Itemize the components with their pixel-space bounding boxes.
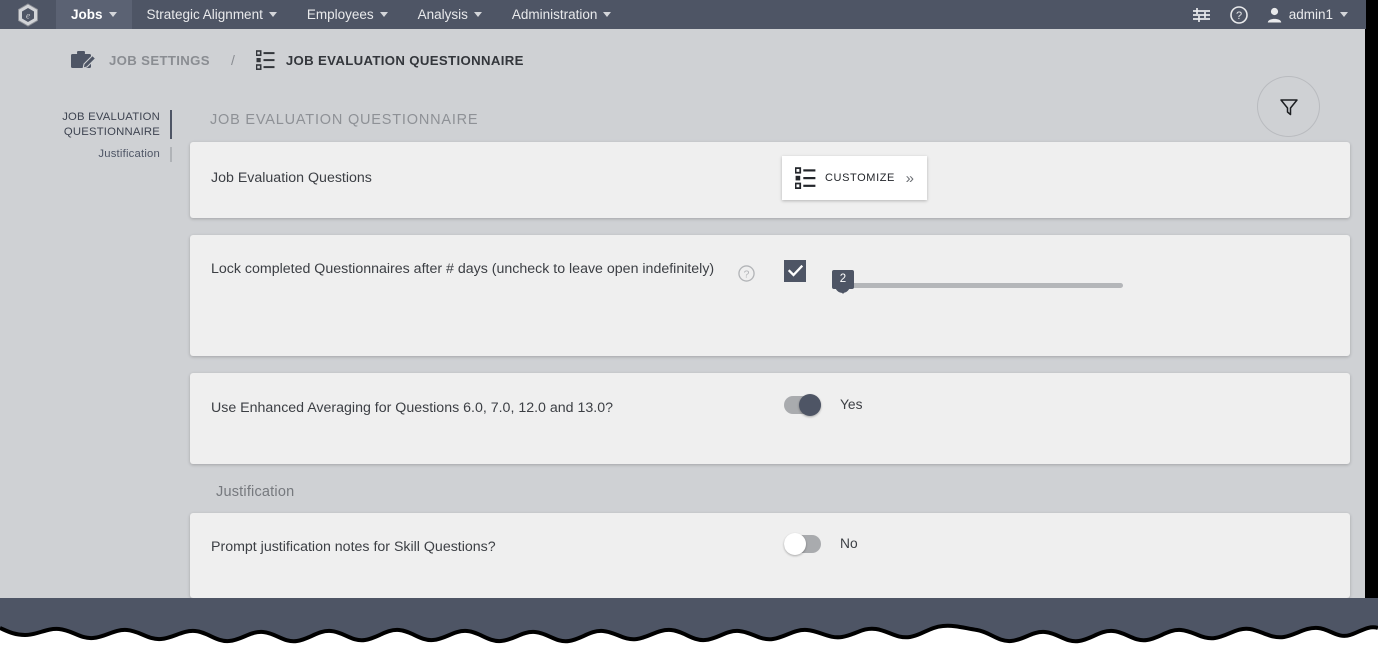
primary-nav-items: Jobs Strategic Alignment Employees Analy… <box>56 0 626 29</box>
customize-button[interactable]: CUSTOMIZE » <box>782 156 927 200</box>
lock-enabled-checkbox[interactable] <box>784 260 806 282</box>
double-chevron-right-icon: » <box>905 169 914 187</box>
app-logo[interactable]: e <box>0 0 56 29</box>
setting-label: Use Enhanced Averaging for Questions 6.0… <box>211 400 614 416</box>
nav-item-analysis[interactable]: Analysis <box>403 0 497 29</box>
card-job-evaluation-questions: Job Evaluation Questions CUSTOMIZE » <box>190 142 1350 218</box>
check-icon <box>787 265 803 277</box>
slider-thumb[interactable]: 2 <box>832 270 854 294</box>
slider-track[interactable] <box>835 283 1123 288</box>
customize-button-label: CUSTOMIZE <box>825 172 895 184</box>
card-enhanced-averaging: Use Enhanced Averaging for Questions 6.0… <box>190 373 1350 464</box>
breadcrumb-label: JOB EVALUATION QUESTIONNAIRE <box>285 52 524 68</box>
page-title: JOB EVALUATION QUESTIONNAIRE <box>210 112 479 128</box>
setting-label: Prompt justification notes for Skill Que… <box>211 539 496 555</box>
nav-item-jobs[interactable]: Jobs <box>56 0 132 29</box>
nav-item-label: Strategic Alignment <box>146 7 263 22</box>
card-lock-questionnaires: Lock completed Questionnaires after # da… <box>190 235 1350 356</box>
briefcase-edit-icon <box>71 51 97 69</box>
nav-item-label: Jobs <box>71 7 103 22</box>
svg-text:?: ? <box>744 269 750 280</box>
user-name-label: admin1 <box>1288 7 1333 22</box>
checklist-icon <box>795 167 816 189</box>
chevron-down-icon <box>603 12 612 17</box>
sidebar-item-label: Justification <box>98 148 160 160</box>
toggle-knob <box>784 533 806 555</box>
nav-right-group: ? admin1 <box>1192 0 1366 29</box>
breadcrumb-bar: JOB SETTINGS / JOB EVALUATION QUESTIONNA… <box>0 29 1366 137</box>
setting-label: Job Evaluation Questions <box>211 170 372 186</box>
nav-item-employees[interactable]: Employees <box>292 0 403 29</box>
sidebar-item-label: JOB EVALUATION QUESTIONNAIRE <box>62 111 160 138</box>
sidebar-item-justification[interactable]: Justification <box>0 147 172 162</box>
breadcrumb-label: JOB SETTINGS <box>109 52 210 68</box>
settings-sliders-button[interactable] <box>1192 7 1211 23</box>
user-menu[interactable]: admin1 <box>1267 7 1348 23</box>
help-circle-icon: ? <box>738 265 755 282</box>
card-prompt-justification: Prompt justification notes for Skill Que… <box>190 513 1350 598</box>
chevron-down-icon <box>1340 12 1348 17</box>
svg-text:?: ? <box>1236 10 1242 22</box>
enhanced-averaging-toggle[interactable] <box>784 394 821 416</box>
breadcrumb: JOB SETTINGS / JOB EVALUATION QUESTIONNA… <box>70 48 524 72</box>
hexagon-logo-icon: e <box>18 2 38 27</box>
torn-edge-graphic <box>0 598 1378 644</box>
toggle-value-label: Yes <box>840 397 863 412</box>
nav-item-label: Administration <box>511 7 598 22</box>
nav-item-strategic-alignment[interactable]: Strategic Alignment <box>132 0 292 29</box>
chevron-down-icon <box>108 12 117 17</box>
breadcrumb-item-job-evaluation-questionnaire[interactable]: JOB EVALUATION QUESTIONNAIRE <box>255 50 524 70</box>
nav-item-label: Analysis <box>417 7 468 22</box>
toggle-knob <box>799 394 821 416</box>
breadcrumb-separator: / <box>230 52 235 68</box>
help-button[interactable]: ? <box>1229 5 1248 24</box>
window-right-edge <box>1365 0 1378 612</box>
slider-value-bubble: 2 <box>832 270 854 294</box>
help-circle-icon: ? <box>1229 5 1248 24</box>
breadcrumb-item-job-settings[interactable]: JOB SETTINGS <box>70 48 210 72</box>
nav-item-administration[interactable]: Administration <box>497 0 627 29</box>
toggle-value-label: No <box>840 536 858 551</box>
torn-footer-bar <box>0 598 1378 653</box>
chevron-down-icon <box>379 12 388 17</box>
chevron-down-icon <box>473 12 482 17</box>
sliders-icon <box>1192 7 1210 22</box>
prompt-justification-toggle[interactable] <box>784 533 821 555</box>
chevron-down-icon <box>268 12 277 17</box>
top-navigation-bar: e Jobs Strategic Alignment Employees Ana… <box>0 0 1366 29</box>
active-indicator-bar <box>170 147 172 162</box>
checklist-icon <box>255 50 275 70</box>
svg-text:e: e <box>26 10 30 20</box>
user-avatar-icon <box>1267 7 1281 22</box>
lock-days-slider[interactable]: 2 <box>832 260 1165 300</box>
app-screen: e Jobs Strategic Alignment Employees Ana… <box>0 0 1378 653</box>
subsection-title-justification: Justification <box>216 484 295 500</box>
nav-item-label: Employees <box>306 7 374 22</box>
lock-help-button[interactable]: ? <box>738 265 755 287</box>
section-sidebar: JOB EVALUATION QUESTIONNAIRE Justificati… <box>0 110 172 170</box>
main-content: JOB EVALUATION QUESTIONNAIRE Job Evaluat… <box>190 112 1350 615</box>
active-indicator-bar <box>170 110 172 139</box>
setting-label: Lock completed Questionnaires after # da… <box>211 261 715 277</box>
sidebar-item-job-evaluation-questionnaire[interactable]: JOB EVALUATION QUESTIONNAIRE <box>0 110 172 139</box>
